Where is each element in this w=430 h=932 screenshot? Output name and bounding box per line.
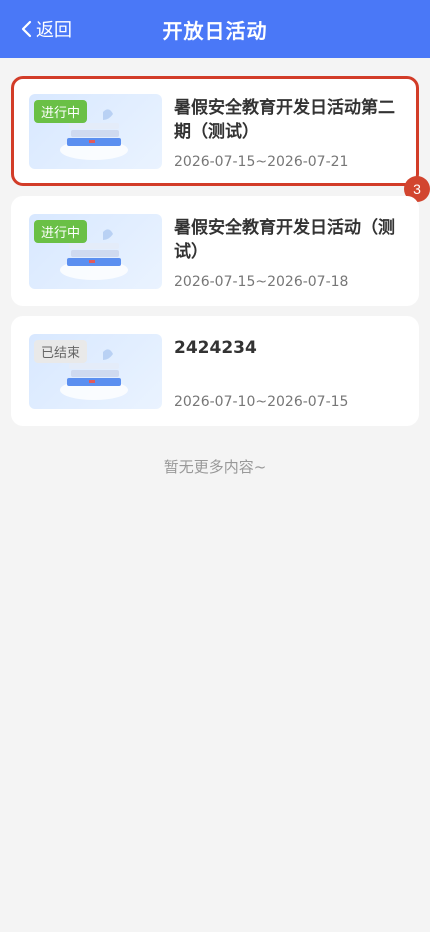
activity-card[interactable]: 进行中 暑假安全教育开发日活动第二期（测试） 2026-07-15~2026-0…: [11, 76, 430, 202]
chevron-left-icon: [21, 20, 32, 38]
activity-card[interactable]: 已结束 2424234 2026-07-10~2026-07-15: [11, 316, 419, 426]
activity-thumbnail: 进行中: [29, 214, 162, 289]
activity-thumbnail: 已结束: [29, 334, 162, 409]
activity-title: 2424234: [174, 338, 257, 358]
page-title: 开放日活动: [162, 18, 268, 43]
activity-date: 2026-07-15~2026-07-18: [174, 274, 349, 290]
status-badge: 进行中: [34, 100, 88, 123]
activity-list: 进行中 暑假安全教育开发日活动第二期（测试） 2026-07-15~2026-0…: [0, 58, 430, 426]
activity-card[interactable]: 进行中 暑假安全教育开发日活动（测试） 2026-07-15~2026-07-1…: [11, 196, 419, 306]
no-more-content-text: 暂无更多内容~: [163, 458, 267, 476]
activity-title: 暑假安全教育开发日活动第二期（测试）: [174, 98, 395, 142]
status-badge: 进行中: [34, 220, 88, 243]
header-bar: 返回 开放日活动: [0, 0, 430, 58]
back-button[interactable]: 返回: [20, 0, 72, 58]
activity-title: 暑假安全教育开发日活动（测试）: [174, 218, 395, 262]
back-label: 返回: [36, 20, 72, 41]
activity-thumbnail: 进行中: [29, 94, 162, 169]
activity-date: 2026-07-10~2026-07-15: [174, 394, 349, 410]
activity-date: 2026-07-15~2026-07-21: [174, 154, 349, 170]
status-badge: 已结束: [34, 340, 88, 363]
